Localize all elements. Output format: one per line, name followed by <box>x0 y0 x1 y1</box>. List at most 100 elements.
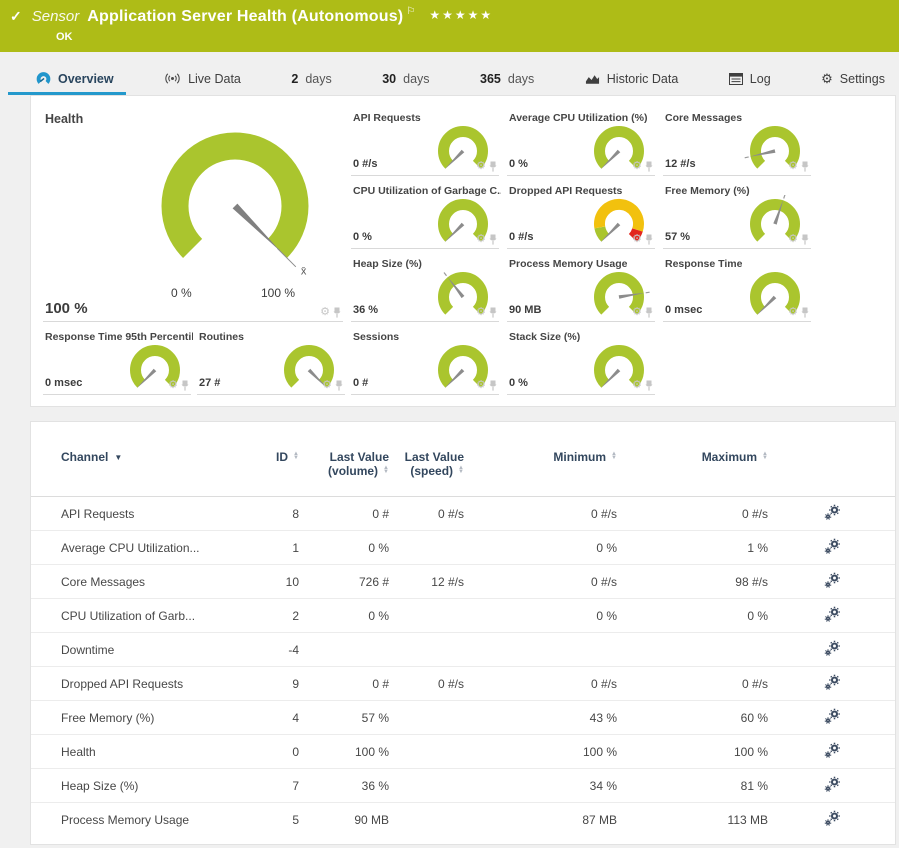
sort-arrows-icon[interactable]: ▲▼ <box>611 452 617 460</box>
channel-settings-button[interactable] <box>824 708 841 725</box>
cell-last-value-speed: 0 #/s <box>389 497 464 531</box>
edit-channel-gears-icon[interactable] <box>824 674 841 691</box>
gear-icon[interactable]: ⚙ <box>632 161 642 172</box>
channel-settings-button[interactable] <box>824 742 841 759</box>
channel-row-api-requests[interactable]: API Requests80 #0 #/s0 #/s0 #/s <box>31 497 896 531</box>
channel-row-process-memory-usage[interactable]: Process Memory Usage590 MB87 MB113 MB <box>31 803 896 837</box>
tab-2-days[interactable]: 2days <box>287 62 335 95</box>
gauge-tile-process-memory-usage[interactable]: Process Memory Usage90 MB⚙ <box>507 256 655 322</box>
gauge-tile-stack-size[interactable]: Stack Size (%)0 %⚙ <box>507 329 655 395</box>
gear-icon[interactable]: ⚙ <box>476 380 486 391</box>
tab-settings[interactable]: ⚙Settings <box>817 62 889 95</box>
gauge-tile-cpu-utilization-of-garbage-c[interactable]: CPU Utilization of Garbage C...0 %⚙ <box>351 183 499 249</box>
pin-icon[interactable] <box>645 161 653 172</box>
gauge-tile-heap-size[interactable]: Heap Size (%)36 %⚙ <box>351 256 499 322</box>
cell-id: 10 <box>231 565 299 599</box>
pin-icon[interactable] <box>333 307 341 318</box>
channel-settings-button[interactable] <box>824 606 841 623</box>
pin-icon[interactable] <box>489 307 497 318</box>
pin-icon[interactable] <box>489 380 497 391</box>
pin-icon[interactable] <box>645 234 653 245</box>
channel-settings-button[interactable] <box>824 572 841 589</box>
channel-settings-button[interactable] <box>824 674 841 691</box>
gear-icon[interactable]: ⚙ <box>476 234 486 245</box>
pin-icon[interactable] <box>489 234 497 245</box>
gear-icon[interactable]: ⚙ <box>632 380 642 391</box>
edit-channel-gears-icon[interactable] <box>824 708 841 725</box>
edit-channel-gears-icon[interactable] <box>824 810 841 827</box>
gauge-tile-health[interactable]: Healthx̄0 %100 %100 %⚙ <box>43 110 343 322</box>
column-header-last-valuevolume[interactable]: Last Value(volume)▲▼ <box>299 444 389 497</box>
edit-channel-gears-icon[interactable] <box>824 504 841 521</box>
channel-row-dropped-api-requests[interactable]: Dropped API Requests90 #0 #/s0 #/s0 #/s <box>31 667 896 701</box>
flag-icon[interactable]: ⚐ <box>406 6 415 17</box>
pin-icon[interactable] <box>645 380 653 391</box>
channel-row-core-messages[interactable]: Core Messages10726 #12 #/s0 #/s98 #/s <box>31 565 896 599</box>
column-header-maximum[interactable]: Maximum▲▼ <box>617 444 768 497</box>
gear-icon[interactable]: ⚙ <box>322 380 332 391</box>
priority-stars[interactable]: ★★★★★ <box>429 8 493 22</box>
gear-icon[interactable]: ⚙ <box>476 307 486 318</box>
column-label: Last Value <box>330 450 389 464</box>
edit-channel-gears-icon[interactable] <box>824 776 841 793</box>
pin-icon[interactable] <box>645 307 653 318</box>
sort-arrows-icon[interactable]: ▲▼ <box>293 452 299 460</box>
gear-icon[interactable]: ⚙ <box>788 307 798 318</box>
tab-historic-data[interactable]: Historic Data <box>581 62 683 95</box>
gear-icon[interactable]: ⚙ <box>632 234 642 245</box>
pin-icon[interactable] <box>801 307 809 318</box>
gauge-tile-sessions[interactable]: Sessions0 #⚙ <box>351 329 499 395</box>
gauge-tile-response-time[interactable]: Response Time0 msec⚙ <box>663 256 811 322</box>
tab-30-days[interactable]: 30days <box>378 62 433 95</box>
channel-row-free-memory[interactable]: Free Memory (%)457 %43 %60 % <box>31 701 896 735</box>
pin-icon[interactable] <box>801 234 809 245</box>
gear-icon[interactable]: ⚙ <box>320 307 330 318</box>
sort-arrows-icon[interactable]: ▲▼ <box>458 466 464 474</box>
cell-id: 8 <box>231 497 299 531</box>
pin-icon[interactable] <box>801 161 809 172</box>
gauge-tile-api-requests[interactable]: API Requests0 #/s⚙ <box>351 110 499 176</box>
gear-icon[interactable]: ⚙ <box>788 161 798 172</box>
gauge-tile-free-memory[interactable]: Free Memory (%)57 %⚙ <box>663 183 811 249</box>
channel-settings-button[interactable] <box>824 538 841 555</box>
edit-channel-gears-icon[interactable] <box>824 606 841 623</box>
gauge-average-tick <box>444 273 447 276</box>
gear-icon[interactable]: ⚙ <box>476 161 486 172</box>
tab-overview[interactable]: Overview <box>32 62 118 95</box>
cell-last-value-speed <box>389 769 464 803</box>
channel-settings-button[interactable] <box>824 776 841 793</box>
column-header-last-valuespeed[interactable]: Last Value(speed)▲▼ <box>389 444 464 497</box>
gauge-tile-average-cpu-utilization[interactable]: Average CPU Utilization (%)0 %⚙ <box>507 110 655 176</box>
channel-row-health[interactable]: Health0100 %100 %100 % <box>31 735 896 769</box>
edit-channel-gears-icon[interactable] <box>824 742 841 759</box>
sort-arrows-icon[interactable]: ▲▼ <box>762 452 768 460</box>
pin-icon[interactable] <box>181 380 189 391</box>
channel-row-heap-size[interactable]: Heap Size (%)736 %34 %81 % <box>31 769 896 803</box>
pin-icon[interactable] <box>489 161 497 172</box>
tab-365-days[interactable]: 365days <box>476 62 538 95</box>
gear-icon[interactable]: ⚙ <box>632 307 642 318</box>
edit-channel-gears-icon[interactable] <box>824 640 841 657</box>
tab-live-data[interactable]: Live Data <box>160 62 245 95</box>
gauge-tile-response-time-95th-percentile[interactable]: Response Time 95th Percentile0 msec⚙ <box>43 329 191 395</box>
sort-arrows-icon[interactable]: ▲▼ <box>383 466 389 474</box>
edit-channel-gears-icon[interactable] <box>824 572 841 589</box>
edit-channel-gears-icon[interactable] <box>824 538 841 555</box>
channel-settings-button[interactable] <box>824 640 841 657</box>
channel-settings-button[interactable] <box>824 504 841 521</box>
column-header-minimum[interactable]: Minimum▲▼ <box>464 444 617 497</box>
gauge-tile-core-messages[interactable]: Core Messages12 #/s⚙ <box>663 110 811 176</box>
gear-icon[interactable]: ⚙ <box>788 234 798 245</box>
column-header-id[interactable]: ID▲▼ <box>231 444 299 497</box>
cell-minimum: 100 % <box>464 735 617 769</box>
channel-row-cpu-utilization-of-garb[interactable]: CPU Utilization of Garb...20 %0 %0 % <box>31 599 896 633</box>
gauge-tile-dropped-api-requests[interactable]: Dropped API Requests0 #/s⚙ <box>507 183 655 249</box>
gear-icon[interactable]: ⚙ <box>168 380 178 391</box>
tab-log[interactable]: Log <box>725 62 775 95</box>
channel-settings-button[interactable] <box>824 810 841 827</box>
channel-row-average-cpu-utilization[interactable]: Average CPU Utilization...10 %0 %1 % <box>31 531 896 565</box>
column-header-channel[interactable]: Channel▼ <box>31 444 231 497</box>
channel-row-downtime[interactable]: Downtime-4 <box>31 633 896 667</box>
gauge-tile-routines[interactable]: Routines27 #⚙ <box>197 329 345 395</box>
pin-icon[interactable] <box>335 380 343 391</box>
